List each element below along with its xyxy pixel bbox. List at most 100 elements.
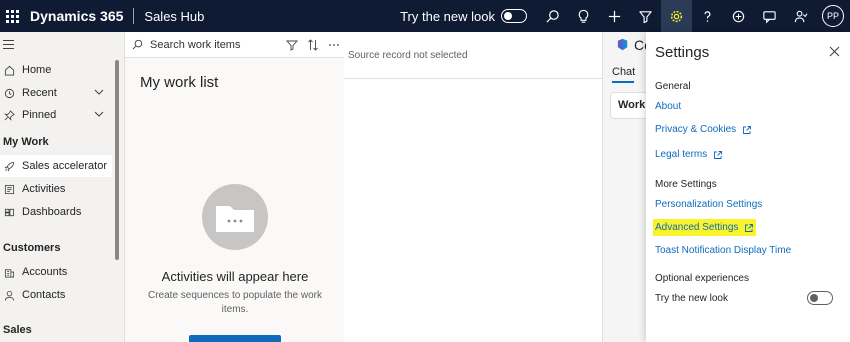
nav-item-home[interactable]: Home — [0, 59, 112, 81]
nav-item-label: Contacts — [22, 289, 66, 301]
tab-chat[interactable]: Chat — [612, 66, 635, 78]
new-button[interactable] — [599, 0, 630, 32]
nav-item-label: Sales accelerator — [22, 160, 107, 172]
people-button[interactable] — [785, 0, 816, 32]
nav-item-activities[interactable]: Activities — [0, 178, 112, 200]
section-customers: Customers — [3, 242, 61, 254]
more-settings-heading: More Settings — [655, 179, 717, 190]
ideas-button[interactable] — [568, 0, 599, 32]
lightbulb-icon — [578, 9, 589, 23]
help-button[interactable] — [692, 0, 723, 32]
left-navigation: Home Recent Pinned My Work Sales acceler… — [0, 32, 112, 342]
record-header: Source record not selected — [344, 32, 602, 79]
create-sequence-button[interactable] — [189, 335, 281, 342]
chat-button[interactable] — [754, 0, 785, 32]
empty-state-subtitle: Create sequences to populate the work it… — [148, 290, 322, 315]
external-link-icon — [744, 223, 754, 233]
nav-scrollbar[interactable] — [115, 60, 119, 260]
copilot-icon — [732, 10, 745, 22]
section-sales: Sales — [3, 324, 32, 336]
nav-item-label: Activities — [22, 183, 66, 195]
chat-icon — [763, 10, 776, 23]
filter-icon — [285, 40, 298, 51]
main-content: Source record not selected — [344, 32, 602, 342]
people-icon — [794, 10, 808, 22]
nav-item-label: Home — [22, 64, 52, 76]
nav-item-label: Dashboards — [22, 206, 82, 218]
legal-terms-link[interactable]: Legal terms — [655, 149, 723, 160]
dashboard-icon — [4, 206, 16, 218]
app-launcher-button[interactable] — [2, 0, 22, 32]
app-name[interactable]: Sales Hub — [144, 9, 204, 24]
work-list-title: My work list — [140, 74, 219, 91]
empty-state-illustration — [202, 184, 268, 250]
nav-item-label: Pinned — [22, 109, 57, 121]
section-my-work: My Work — [3, 136, 49, 148]
person-icon — [4, 289, 16, 301]
filter-button[interactable] — [630, 0, 661, 32]
try-new-look-setting-toggle[interactable] — [807, 291, 833, 305]
search-icon — [132, 39, 144, 50]
sort-icon — [307, 38, 318, 51]
pin-icon — [4, 109, 16, 121]
gear-icon — [670, 10, 683, 22]
settings-panel: Settings General About Privacy & Cookies… — [646, 32, 850, 342]
settings-title: Settings — [655, 44, 710, 61]
nav-item-label: Recent — [22, 87, 57, 99]
folder-icon — [216, 206, 254, 232]
copilot-card[interactable]: Workin — [610, 92, 646, 119]
waffle-icon — [5, 9, 19, 23]
nav-item-dashboards[interactable]: Dashboards — [0, 201, 112, 223]
copilot-logo-icon — [617, 38, 628, 51]
brand-name[interactable]: Dynamics 365 — [30, 8, 123, 24]
plus-icon — [608, 10, 621, 22]
top-bar: Dynamics 365 Sales Hub Try the new look — [0, 0, 850, 32]
about-link[interactable]: About — [655, 101, 681, 112]
home-icon — [4, 64, 16, 76]
sort-button[interactable] — [302, 38, 323, 51]
brand-divider — [133, 8, 135, 24]
rocket-icon — [4, 160, 16, 172]
close-icon[interactable] — [829, 46, 840, 57]
optional-experiences-heading: Optional experiences — [655, 273, 749, 284]
source-record-status: Source record not selected — [348, 49, 468, 61]
work-items-search[interactable]: Search work items — [125, 32, 344, 58]
chevron-down-icon[interactable] — [94, 110, 104, 118]
search-input[interactable]: Search work items — [150, 39, 281, 51]
more-options-button[interactable] — [323, 39, 344, 51]
user-avatar[interactable]: PP — [822, 5, 844, 27]
external-link-icon — [742, 125, 752, 135]
hamburger-menu-icon[interactable] — [3, 40, 14, 52]
nav-item-sales-accelerator[interactable]: Sales accelerator — [0, 155, 112, 177]
try-new-look-setting-label: Try the new look — [655, 293, 728, 304]
more-icon — [328, 43, 339, 46]
activity-icon — [4, 183, 16, 195]
personalization-settings-link[interactable]: Personalization Settings — [655, 199, 762, 210]
nav-item-pinned[interactable]: Pinned — [0, 104, 112, 126]
filter-icon — [639, 10, 652, 23]
advanced-settings-link[interactable]: Advanced Settings — [653, 219, 757, 236]
settings-button[interactable] — [661, 0, 692, 32]
clock-icon — [4, 87, 16, 99]
chevron-down-icon[interactable] — [94, 88, 104, 96]
filter-button[interactable] — [281, 39, 302, 51]
copilot-pane: Co Chat Workin — [602, 32, 646, 342]
search-button[interactable] — [537, 0, 568, 32]
nav-item-accounts[interactable]: Accounts — [0, 261, 112, 283]
empty-state-title: Activities will appear here — [161, 269, 309, 284]
external-link-icon — [713, 150, 723, 160]
help-icon — [704, 10, 711, 22]
topbar-actions: Try the new look PP — [400, 0, 850, 32]
search-icon — [546, 9, 559, 23]
work-list-panel: Search work items My work list Activitie… — [124, 32, 344, 342]
building-icon — [4, 266, 16, 278]
try-new-look-toggle[interactable] — [501, 9, 527, 23]
copilot-button[interactable] — [723, 0, 754, 32]
tab-chat-indicator — [612, 81, 634, 83]
nav-item-label: Accounts — [22, 266, 68, 278]
nav-item-contacts[interactable]: Contacts — [0, 284, 112, 306]
copilot-title: Co — [634, 37, 646, 53]
toast-notification-link[interactable]: Toast Notification Display Time — [655, 245, 791, 256]
privacy-link[interactable]: Privacy & Cookies — [655, 124, 752, 135]
nav-item-recent[interactable]: Recent — [0, 82, 112, 104]
